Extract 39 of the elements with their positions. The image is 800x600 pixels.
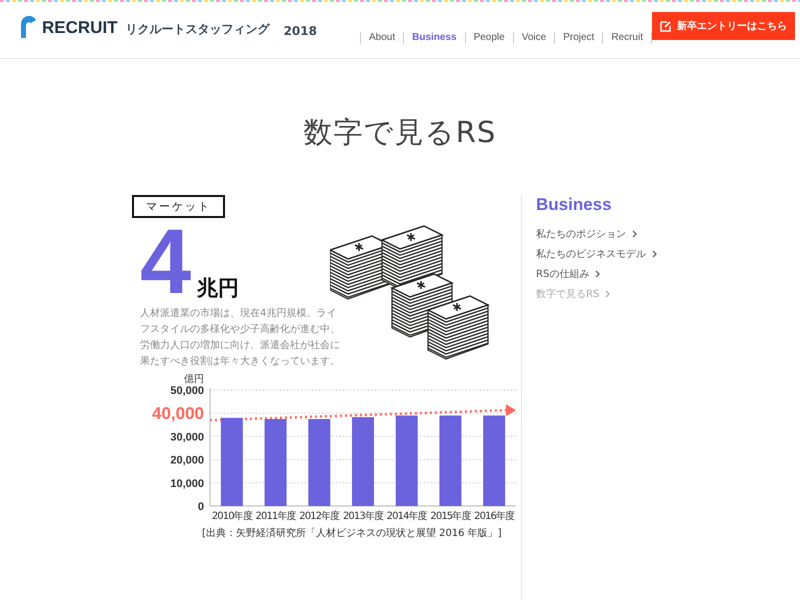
brand-year: 2018 [284, 24, 317, 38]
year-label: 2011年度 [256, 511, 296, 522]
brand-subtitle: リクルートスタッフィング [126, 21, 270, 38]
tick-label: 0 [198, 501, 204, 513]
tick-label: 50,000 [170, 385, 204, 397]
year-label: 2015年度 [430, 511, 470, 522]
big-number: 4 [140, 222, 192, 302]
nav-link[interactable]: Project [555, 32, 604, 44]
section-tag: マーケット [132, 195, 225, 218]
entry-button[interactable]: 新卒エントリーはこちら [652, 12, 795, 40]
sidebar-title: Business [536, 195, 612, 215]
highlight-label: 40,000 [152, 404, 204, 424]
nav-link[interactable]: About [360, 32, 404, 44]
year-label: 2013年度 [342, 511, 384, 522]
source-note: [出典：矢野経済研究所「人材ビジネスの現状と展望 2016 年版」] [202, 526, 503, 540]
nav-link[interactable]: Voice [514, 32, 556, 44]
year-label: 2010年度 [212, 511, 252, 522]
description: 人材派遣業の市場は、現在4兆円規模。ライフスタイルの多様化や少子高齢化が進む中、労働力人口の増加に向け、派遣会社が社会に果たすべき役割は年々大きくなっています。 [140, 306, 340, 369]
axis-unit: 億円 [184, 374, 204, 385]
chevron-icon [595, 270, 602, 278]
edit-icon [660, 20, 672, 32]
brand-name: RECRUIT [42, 18, 118, 38]
chevron-icon [605, 290, 612, 298]
nav-link[interactable]: People [466, 32, 514, 44]
page-title: 数字で見るRS [302, 114, 498, 151]
chevron-icon [632, 230, 638, 238]
tick-label: 20,000 [170, 454, 204, 467]
logo-icon [18, 14, 38, 38]
chevron-icon [652, 250, 658, 258]
year-label: 2014年度 [386, 511, 427, 522]
year-label: 2012年度 [299, 511, 340, 522]
sidebar-link[interactable]: 私たちのビジネスモデル [536, 247, 658, 261]
sidebar-link[interactable]: 私たちのポジション [536, 227, 638, 241]
unit-label: 兆円 [197, 275, 240, 302]
sidebar-link[interactable]: RSの仕組み [536, 267, 602, 281]
nav-link[interactable]: Business [404, 32, 466, 44]
tick-label: 10,000 [170, 478, 204, 490]
year-label: 2016年度 [474, 511, 514, 522]
tick-label: 30,000 [170, 431, 204, 444]
